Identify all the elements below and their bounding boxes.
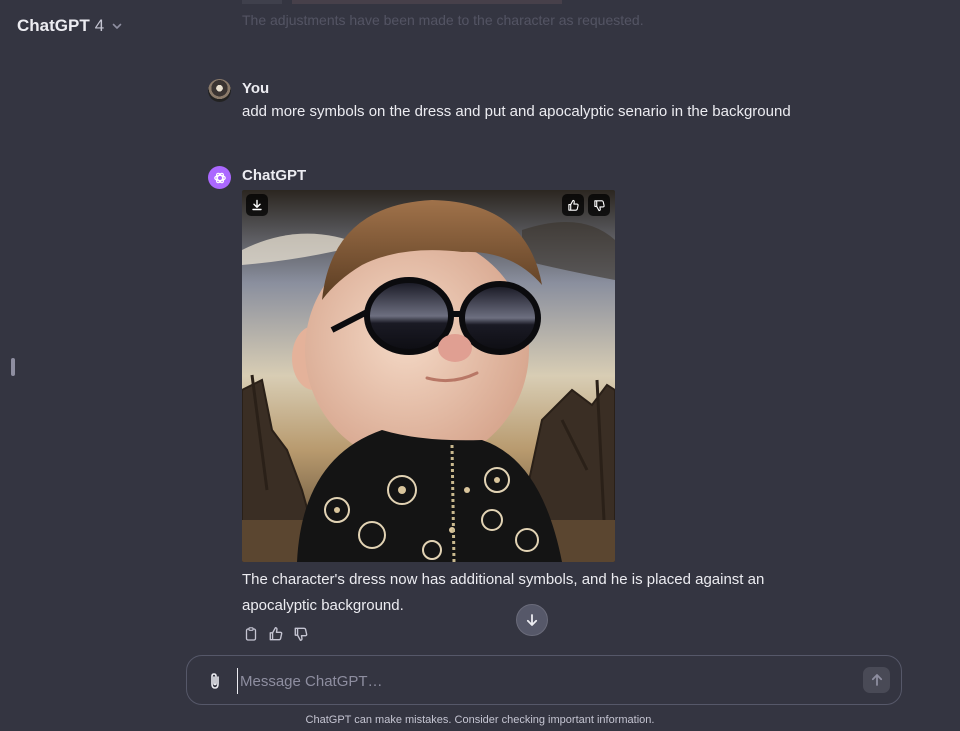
- response-text-line-2: apocalyptic background.: [242, 597, 404, 614]
- send-button[interactable]: [863, 667, 890, 693]
- clipboard-icon[interactable]: [243, 626, 259, 642]
- image-dislike-button[interactable]: [588, 194, 610, 216]
- thumbs-down-icon[interactable]: [293, 626, 309, 642]
- arrow-up-icon: [871, 674, 882, 686]
- paperclip-icon[interactable]: [205, 671, 225, 691]
- user-avatar: [208, 79, 231, 102]
- openai-logo-icon: [213, 172, 226, 183]
- character-illustration: [242, 190, 615, 562]
- message-text: add more symbols on the dress and put an…: [242, 103, 791, 120]
- response-text-line-1: The character's dress now has additional…: [242, 571, 765, 588]
- download-icon: [252, 199, 262, 211]
- chat-app: ChatGPT 4 The adjustments have been made…: [0, 0, 960, 731]
- message-author: ChatGPT: [242, 167, 307, 184]
- arrow-down-icon: [526, 614, 538, 626]
- thumbs-up-icon: [567, 199, 579, 211]
- model-version: 4: [94, 16, 105, 35]
- scroll-down-button[interactable]: [516, 604, 548, 636]
- thumbs-down-icon: [593, 199, 605, 211]
- chatgpt-avatar: [208, 166, 231, 189]
- sidebar-toggle-handle[interactable]: [11, 358, 15, 376]
- thumbs-up-icon[interactable]: [268, 626, 284, 642]
- chevron-down-icon: [112, 23, 122, 29]
- message-actions: [243, 626, 309, 642]
- image-like-button[interactable]: [562, 194, 584, 216]
- generated-image[interactable]: [242, 190, 615, 562]
- disclaimer-text: ChatGPT can make mistakes. Consider chec…: [305, 714, 655, 726]
- download-button[interactable]: [246, 194, 268, 216]
- message-input[interactable]: [237, 668, 837, 694]
- previous-message-text: The adjustments have been made to the ch…: [242, 12, 644, 28]
- previous-message-fragment: [242, 0, 662, 4]
- model-selector[interactable]: ChatGPT 4: [17, 16, 123, 36]
- model-title: ChatGPT: [17, 16, 90, 35]
- message-composer: [186, 655, 902, 705]
- message-author: You: [242, 80, 270, 97]
